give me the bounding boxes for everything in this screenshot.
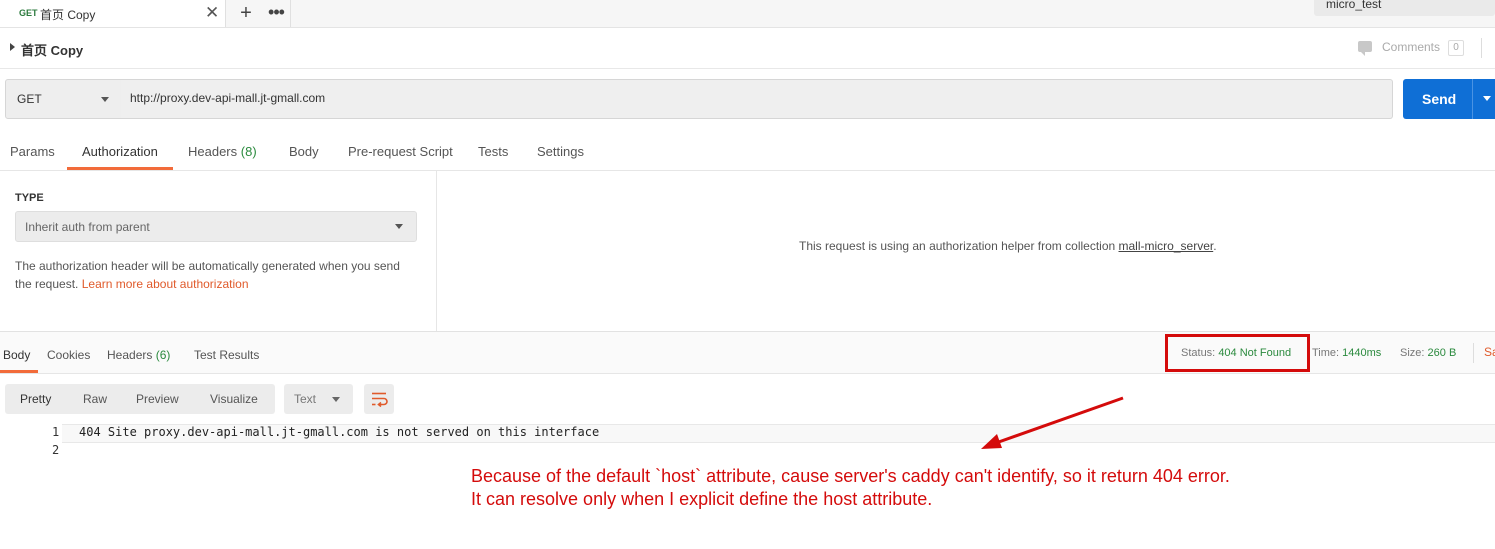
tab-headers[interactable]: Headers (8) — [188, 144, 257, 159]
divider — [1481, 38, 1482, 58]
url-value: http://proxy.dev-api-mall.jt-gmall.com — [130, 91, 326, 105]
active-tab-indicator — [67, 167, 173, 170]
tab-body[interactable]: Body — [289, 144, 319, 159]
status-highlight-box — [1165, 334, 1310, 372]
url-input[interactable]: http://proxy.dev-api-mall.jt-gmall.com — [121, 79, 1393, 119]
time-value: 1440ms — [1342, 347, 1382, 359]
method-select[interactable]: GET — [5, 79, 122, 119]
tab-title: 首页 Copy — [40, 8, 96, 22]
view-visualize-button[interactable]: Visualize — [210, 392, 258, 406]
divider — [290, 0, 291, 27]
view-pretty-button[interactable]: Pretty — [20, 392, 51, 406]
tab-settings[interactable]: Settings — [537, 144, 584, 159]
response-headers-label: Headers — [107, 348, 153, 362]
breadcrumb[interactable]: 首页 Copy — [21, 40, 83, 59]
comments-count-badge: 0 — [1448, 40, 1464, 56]
environment-name: micro_test — [1326, 0, 1382, 11]
chevron-down-icon — [101, 97, 109, 102]
response-size[interactable]: Size: 260 B — [1400, 347, 1456, 359]
comment-icon — [1358, 41, 1372, 56]
line-number: 2 — [52, 443, 60, 457]
divider — [1473, 343, 1474, 363]
close-icon[interactable]: ✕ — [205, 3, 219, 23]
response-body-text[interactable]: 404 Site proxy.dev-api-mall.jt-gmall.com… — [79, 425, 599, 439]
size-label: Size: — [1400, 347, 1425, 359]
new-tab-plus-icon[interactable]: + — [234, 2, 258, 24]
auth-message-text: This request is using an authorization h… — [799, 239, 1116, 253]
active-tab-indicator — [0, 370, 38, 373]
auth-helper-message: This request is using an authorization h… — [799, 239, 1217, 253]
line-number: 1 — [52, 425, 60, 439]
tab-method-badge: GET — [19, 8, 38, 18]
auth-help-text: The authorization header will be automat… — [15, 257, 415, 293]
chevron-down-icon — [395, 224, 403, 229]
auth-type-select[interactable]: Inherit auth from parent — [15, 211, 417, 242]
annotation-text: Because of the default `host` attribute,… — [471, 465, 1230, 511]
annotation-arrow — [981, 396, 1124, 449]
tab-headers-label: Headers — [188, 144, 238, 159]
method-value: GET — [17, 92, 42, 106]
tab-tests[interactable]: Tests — [478, 144, 508, 159]
environment-selector[interactable]: micro_test — [1314, 0, 1495, 16]
view-preview-button[interactable]: Preview — [136, 392, 179, 406]
save-response-button[interactable]: Sa — [1484, 345, 1495, 359]
breadcrumb-bar — [0, 28, 1495, 69]
collection-link[interactable]: mall-micro_server — [1119, 239, 1214, 253]
format-select[interactable]: Text — [284, 384, 353, 414]
comments-label: Comments — [1382, 40, 1441, 54]
send-label: Send — [1422, 91, 1457, 107]
annotation-line: It can resolve only when I explicit defi… — [471, 489, 933, 509]
tab-headers-count: (8) — [240, 144, 257, 159]
tab-params[interactable]: Params — [10, 144, 55, 159]
response-tab-test-results[interactable]: Test Results — [194, 348, 259, 362]
tab-authorization[interactable]: Authorization — [82, 144, 158, 159]
chevron-down-icon — [332, 397, 340, 402]
view-raw-button[interactable]: Raw — [83, 392, 107, 406]
annotation-line: Because of the default `host` attribute,… — [471, 466, 1230, 486]
response-tab-cookies[interactable]: Cookies — [47, 348, 90, 362]
auth-type-label: TYPE — [15, 192, 44, 204]
auth-type-value: Inherit auth from parent — [25, 220, 150, 234]
send-button[interactable]: Send — [1403, 79, 1495, 119]
auth-type-panel — [0, 171, 437, 331]
response-time[interactable]: Time: 1440ms — [1312, 347, 1381, 359]
response-tab-body[interactable]: Body — [3, 348, 30, 362]
response-headers-count: (6) — [155, 348, 171, 362]
learn-more-link[interactable]: Learn more about authorization — [82, 277, 249, 291]
send-options-chevron-icon[interactable] — [1483, 96, 1491, 101]
tab-prerequest-script[interactable]: Pre-request Script — [348, 144, 453, 159]
auth-message-suffix: . — [1213, 239, 1217, 253]
size-value: 260 B — [1427, 347, 1457, 359]
wrap-lines-button[interactable] — [364, 384, 394, 414]
divider — [1472, 79, 1473, 119]
response-tab-headers[interactable]: Headers (6) — [107, 348, 170, 362]
format-value: Text — [294, 392, 317, 406]
more-tabs-icon[interactable]: ••• — [263, 2, 289, 24]
request-tab[interactable]: GET 首页 Copy ✕ — [0, 0, 226, 27]
wrap-lines-icon — [372, 392, 388, 408]
expand-caret-icon[interactable] — [10, 43, 15, 51]
time-label: Time: — [1312, 347, 1340, 359]
view-mode-group: Pretty Raw Preview Visualize — [5, 384, 275, 414]
